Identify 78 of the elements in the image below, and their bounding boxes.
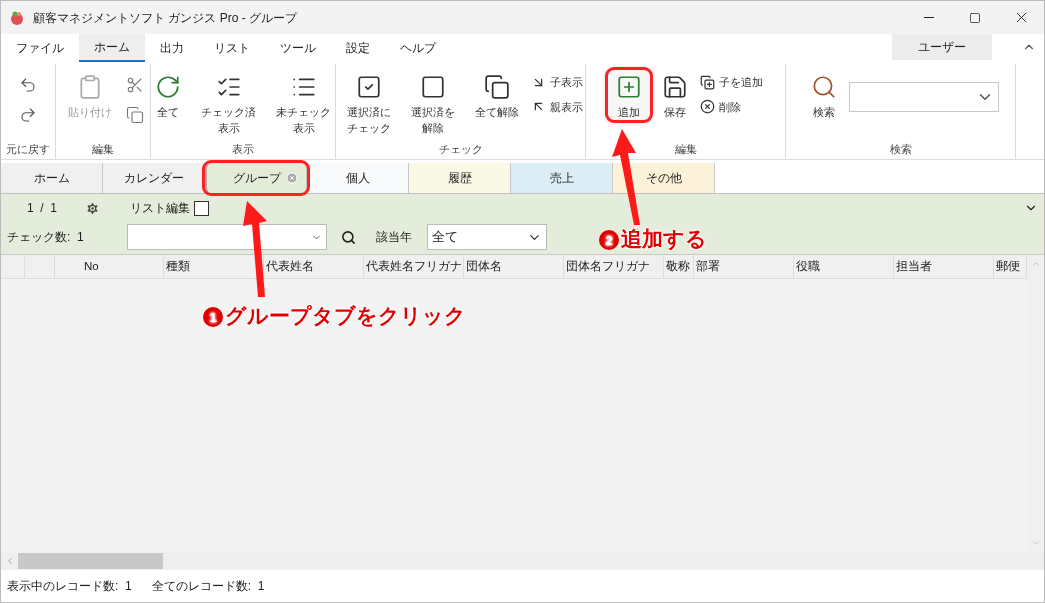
ribbon-button[interactable]: 追加 xyxy=(608,70,650,120)
year-dropdown[interactable]: 全て xyxy=(426,224,547,250)
menu-tab[interactable]: 設定 xyxy=(331,34,385,62)
menu-tab[interactable]: リスト xyxy=(199,34,265,62)
year-label: 該当年 xyxy=(375,229,412,246)
document-tab[interactable]: グループ xyxy=(205,163,307,193)
stacked-squares-icon xyxy=(483,74,510,100)
add-copy-icon xyxy=(700,74,715,90)
checked-box-icon xyxy=(355,74,382,100)
column-header[interactable]: 代表姓名フリガナ xyxy=(366,257,462,276)
check-count: チェック数: 1 xyxy=(7,229,84,246)
document-tab[interactable]: その他 xyxy=(613,163,715,193)
column-header[interactable]: 団体名 xyxy=(466,257,502,276)
ribbon-small-button[interactable]: 削除 xyxy=(700,98,763,115)
ribbon-button[interactable]: 全て xyxy=(147,70,189,120)
ribbon-group-label: 元に戻す xyxy=(5,141,51,157)
horizontal-scrollbar[interactable] xyxy=(1,552,1044,570)
document-tab[interactable]: 個人 xyxy=(307,163,409,193)
list-edit-checkbox[interactable] xyxy=(194,200,210,216)
column-header[interactable]: 郵便 xyxy=(996,257,1020,276)
ribbon-small-button[interactable]: 親表示 xyxy=(530,98,583,115)
list-edit-label: リスト編集 xyxy=(130,200,191,217)
column-header[interactable]: 部署 xyxy=(696,257,720,276)
copy-button[interactable] xyxy=(124,104,146,126)
ribbon-button[interactable]: 選択済を 解除 xyxy=(402,70,463,136)
window-title: 顧客マネジメントソフト ガンジス Pro - グループ xyxy=(33,9,297,27)
document-tab[interactable]: ホーム xyxy=(1,163,103,193)
ribbon-button[interactable]: 検索 xyxy=(802,70,845,120)
ribbon-button[interactable]: 未チェック 表示 xyxy=(268,70,339,136)
column-header[interactable]: 担当者 xyxy=(896,257,932,276)
column-header[interactable]: 役職 xyxy=(796,257,820,276)
column-header[interactable]: 種類 xyxy=(166,257,190,276)
menu-tab[interactable]: ファイル xyxy=(1,34,79,62)
minimize-icon xyxy=(924,17,934,18)
menu-tab[interactable]: 出力 xyxy=(145,34,199,62)
search-icon xyxy=(340,229,356,245)
status-text: 全てのレコード数: 1 xyxy=(151,578,265,595)
column-header[interactable]: No xyxy=(84,257,99,276)
document-tab[interactable]: 売上 xyxy=(511,163,613,193)
ribbon-button[interactable]: 選択済に チェック xyxy=(338,70,399,136)
menu-tab[interactable]: ホーム xyxy=(79,34,145,62)
scroll-left-icon xyxy=(5,556,15,566)
circle-x-icon xyxy=(700,99,715,115)
year-value: 全て xyxy=(431,228,458,247)
menu-tab[interactable]: ヘルプ xyxy=(385,34,451,62)
filter-dropdown[interactable] xyxy=(126,224,327,250)
ribbon-group-label: 表示 xyxy=(231,141,255,157)
ribbon-small-button[interactable]: 子を追加 xyxy=(700,74,763,91)
ribbon-small-button[interactable]: 子表示 xyxy=(530,74,583,91)
ribbon-group-label: 編集 xyxy=(91,141,115,157)
status-text: 表示中のレコード数: 1 xyxy=(7,578,132,595)
maximize-icon xyxy=(969,11,981,24)
ribbon-group-label: 検索 xyxy=(888,141,913,157)
column-header[interactable]: 代表姓名 xyxy=(266,257,314,276)
plus-square-icon xyxy=(616,74,642,100)
column-header[interactable]: 団体名フリガナ xyxy=(566,257,650,276)
ribbon-group-label: 編集 xyxy=(673,141,698,157)
callout-text: 1 グループタブをクリック xyxy=(203,300,466,332)
scroll-down-icon xyxy=(1030,538,1041,548)
ribbon-button[interactable]: 全て解除 xyxy=(466,70,527,120)
page-indicator: 1 / 1 xyxy=(27,200,58,217)
settings-icon xyxy=(85,200,101,216)
app-logo-icon xyxy=(9,9,25,26)
document-tab[interactable]: カレンダー xyxy=(103,163,205,193)
menu-tab[interactable]: ツール xyxy=(265,34,331,62)
user-button[interactable]: ユーザー xyxy=(892,34,992,60)
clipboard-icon xyxy=(77,74,103,100)
document-tab[interactable]: 履歴 xyxy=(409,163,511,193)
ribbon-group-label: チェック xyxy=(437,141,484,157)
ribbon-button[interactable]: チェック済 表示 xyxy=(193,70,264,136)
empty-box-icon xyxy=(419,74,446,100)
scrollbar-thumb[interactable] xyxy=(18,553,163,569)
refresh-icon xyxy=(155,74,181,100)
ribbon-button[interactable]: 保存 xyxy=(654,70,696,120)
search-icon xyxy=(810,74,837,100)
scroll-up-icon xyxy=(1030,259,1041,269)
column-header[interactable]: 敬称 xyxy=(666,257,690,276)
callout-text: 2 追加する xyxy=(599,223,707,255)
